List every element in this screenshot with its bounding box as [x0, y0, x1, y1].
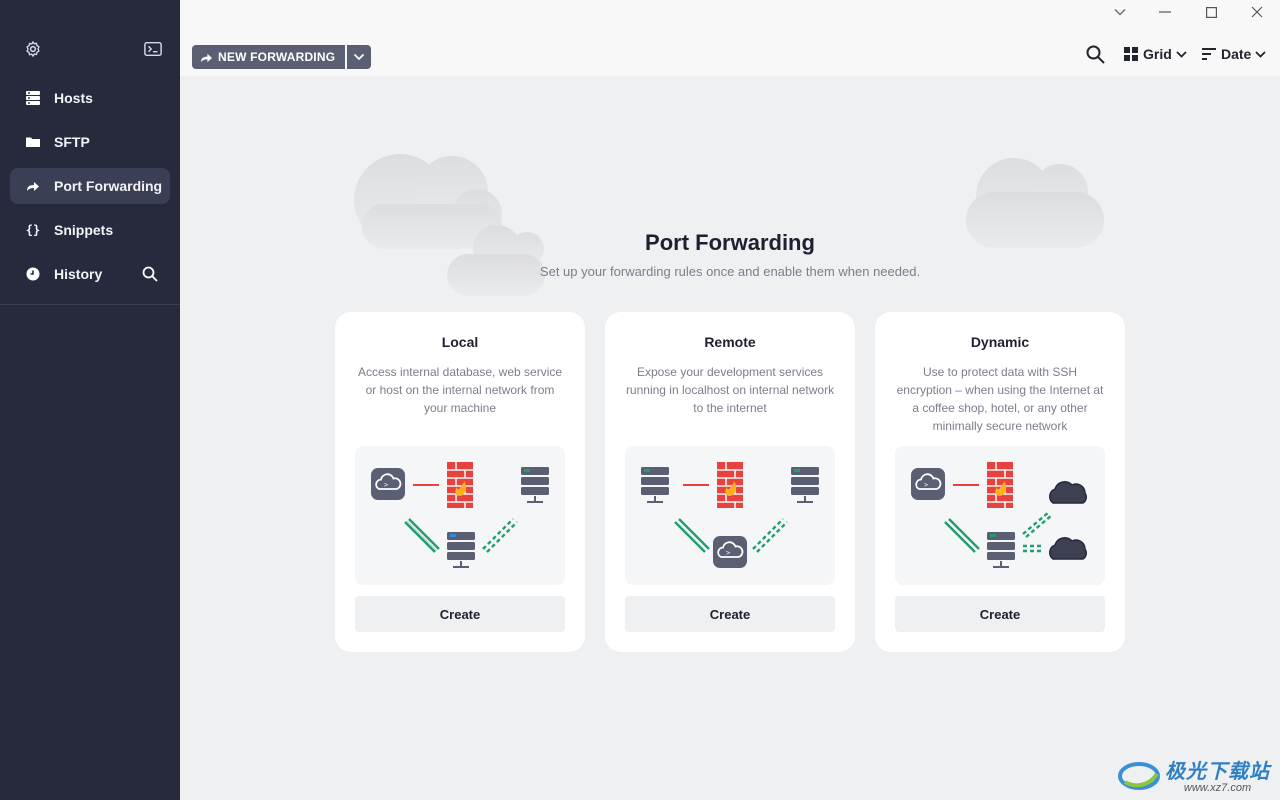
sidebar-item-sftp[interactable]: SFTP: [10, 124, 170, 160]
sidebar-item-label: History: [54, 266, 103, 282]
local-forwarding-card: Local Access internal database, web serv…: [335, 312, 585, 652]
terminal-cloud-icon: >_: [713, 536, 747, 568]
toolbar: NEW FORWARDING Grid Date: [180, 0, 1280, 76]
search-icon[interactable]: [142, 266, 158, 282]
internet-cloud-icon: [1049, 481, 1087, 560]
clock-icon: [26, 267, 40, 281]
grid-icon: [1124, 47, 1138, 61]
create-remote-button[interactable]: Create: [625, 596, 835, 632]
sidebar-item-snippets[interactable]: {} Snippets: [10, 212, 170, 248]
card-description: Expose your development services running…: [625, 365, 835, 415]
sidebar-item-hosts[interactable]: Hosts: [10, 80, 170, 116]
create-local-button[interactable]: Create: [355, 596, 565, 632]
chevron-down-icon: [354, 53, 365, 61]
watermark-name: 极光下载站: [1165, 761, 1270, 783]
new-forwarding-button[interactable]: NEW FORWARDING: [192, 45, 346, 69]
remote-forwarding-illustration: >_: [625, 446, 835, 585]
terminal-icon[interactable]: [144, 41, 162, 57]
card-title: Remote: [704, 334, 756, 350]
view-mode-label: Grid: [1143, 46, 1172, 62]
sort-button[interactable]: Date: [1202, 44, 1266, 64]
watermark-url: www.xz7.com: [1183, 782, 1252, 794]
page-subtitle: Set up your forwarding rules once and en…: [539, 264, 921, 279]
new-forwarding-label: NEW FORWARDING: [218, 50, 336, 64]
card-title: Local: [441, 334, 479, 350]
create-dynamic-button[interactable]: Create: [895, 596, 1105, 632]
server-icon: [791, 467, 819, 503]
sidebar-item-label: Snippets: [54, 222, 114, 238]
sidebar-divider: [0, 304, 180, 305]
svg-text:>_: >_: [924, 481, 933, 489]
chevron-down-icon: [1176, 50, 1187, 58]
gear-icon[interactable]: [24, 40, 42, 58]
firewall-icon: [447, 462, 473, 508]
sidebar-item-label: SFTP: [54, 134, 90, 150]
minimize-icon[interactable]: [1155, 4, 1175, 20]
local-forwarding-illustration: >_: [355, 446, 565, 585]
dynamic-forwarding-card: Dynamic Use to protect data with SSH enc…: [875, 312, 1125, 652]
braces-icon: {}: [25, 223, 41, 237]
port-forwarding-icon: [201, 53, 212, 62]
close-icon[interactable]: [1247, 4, 1267, 20]
terminal-cloud-icon: >_: [371, 468, 405, 500]
remote-forwarding-card: Remote Expose your development services …: [605, 312, 855, 652]
sidebar-top: [0, 40, 180, 60]
svg-text:>_: >_: [384, 481, 393, 489]
port-forwarding-icon: [27, 182, 39, 191]
card-description: Access internal database, web service or…: [357, 365, 563, 415]
sidebar-item-label: Hosts: [54, 90, 93, 106]
collapse-chevron-icon[interactable]: [1110, 4, 1130, 20]
view-mode-button[interactable]: Grid: [1124, 44, 1187, 64]
svg-text:>_: >_: [726, 549, 735, 557]
dynamic-forwarding-illustration: >_: [895, 446, 1105, 585]
firewall-icon: [987, 462, 1013, 508]
hosts-icon: [26, 91, 40, 105]
server-icon: [987, 532, 1015, 568]
search-button[interactable]: [1086, 44, 1110, 64]
sidebar-item-label: Port Forwarding: [54, 178, 163, 194]
sidebar-nav: Hosts SFTP Port Forwarding {} Snippets H…: [0, 80, 180, 300]
terminal-cloud-icon: >_: [911, 468, 945, 500]
watermark-logo-icon: [1118, 761, 1160, 790]
card-title: Dynamic: [970, 334, 1030, 350]
sidebar: Hosts SFTP Port Forwarding {} Snippets H…: [0, 0, 180, 800]
sidebar-item-history[interactable]: History: [10, 256, 170, 292]
sidebar-item-port-forwarding[interactable]: Port Forwarding: [10, 168, 170, 204]
main-area: NEW FORWARDING Grid Date Port Forwarding…: [180, 0, 1280, 800]
server-icon: [447, 532, 475, 568]
folder-icon: [26, 137, 40, 147]
card-description: Use to protect data with SSH encryption …: [896, 365, 1104, 433]
firewall-icon: [717, 462, 743, 508]
new-forwarding-dropdown[interactable]: [347, 45, 372, 69]
sort-icon: [1202, 48, 1216, 60]
search-icon: [1086, 45, 1105, 64]
watermark: 极光下载站 www.xz7.com: [1117, 755, 1270, 794]
maximize-icon[interactable]: [1201, 4, 1221, 20]
server-icon: [641, 467, 669, 503]
server-icon: [521, 467, 549, 503]
sort-label: Date: [1221, 46, 1252, 62]
page-title: Port Forwarding: [645, 230, 815, 255]
new-forwarding-group: NEW FORWARDING: [192, 45, 372, 69]
chevron-down-icon: [1255, 50, 1266, 58]
